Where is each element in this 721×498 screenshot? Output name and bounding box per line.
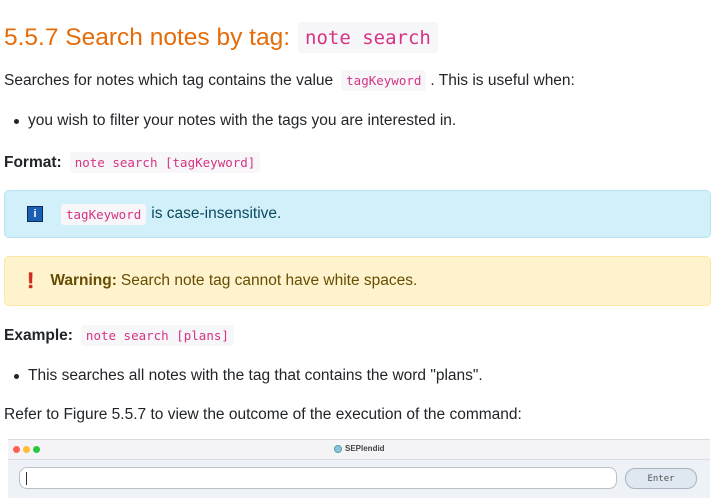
refer-paragraph: Refer to Figure 5.5.7 to view the outcom…	[4, 406, 522, 424]
format-line: Format: note search [tagKeyword]	[4, 152, 261, 173]
warning-callout: ! Warning: Search note tag cannot have w…	[4, 256, 711, 306]
info-keyword-code: tagKeyword	[61, 203, 147, 225]
info-callout: i tagKeyword is case-insensitive.	[4, 190, 711, 238]
intro-paragraph: Searches for notes which tag contains th…	[4, 70, 575, 91]
use-case-item: you wish to filter your notes with the t…	[14, 112, 456, 130]
bullet-dot	[14, 373, 19, 379]
format-label: Format:	[4, 153, 62, 171]
text-caret	[26, 472, 27, 485]
intro-prefix: Searches for notes which tag contains th…	[4, 71, 334, 89]
example-note-item: This searches all notes with the tag tha…	[14, 367, 483, 385]
info-text: is case-insensitive.	[151, 205, 282, 222]
info-icon: i	[27, 206, 43, 222]
example-command-code: note search [plans]	[80, 325, 234, 346]
use-case-text: you wish to filter your notes with the t…	[28, 112, 457, 129]
minimize-window-icon[interactable]	[23, 446, 30, 453]
example-note-text: This searches all notes with the tag tha…	[28, 367, 483, 384]
enter-button[interactable]: Enter	[625, 468, 697, 489]
exclamation-icon: !	[27, 268, 35, 293]
intro-suffix: . This is useful when:	[430, 71, 575, 89]
zoom-window-icon[interactable]	[33, 446, 40, 453]
warning-text: Search note tag cannot have white spaces…	[120, 272, 418, 289]
app-title-text: SEPlendid	[345, 444, 385, 453]
section-title: 5.5.7 Search notes by tag:	[4, 23, 291, 51]
bullet-dot	[14, 118, 19, 124]
format-command-code: note search [tagKeyword]	[69, 152, 261, 173]
heading-command-code: note search	[298, 22, 438, 53]
app-screenshot: SEPlendid Enter	[8, 439, 710, 498]
warning-label: Warning:	[50, 272, 117, 289]
app-logo-icon	[334, 444, 342, 453]
example-label: Example:	[4, 326, 73, 344]
command-input[interactable]	[19, 467, 617, 489]
intro-keyword-code: tagKeyword	[341, 70, 427, 91]
close-window-icon[interactable]	[13, 446, 20, 453]
document-page: 5.5.7 Search notes by tag: note search S…	[0, 0, 721, 498]
window-titlebar: SEPlendid	[8, 440, 710, 460]
refer-text: Refer to Figure 5.5.7 to view the outcom…	[4, 406, 522, 423]
example-line: Example: note search [plans]	[4, 325, 234, 346]
window-title: SEPlendid	[334, 444, 385, 453]
section-heading: 5.5.7 Search notes by tag: note search	[4, 22, 438, 53]
